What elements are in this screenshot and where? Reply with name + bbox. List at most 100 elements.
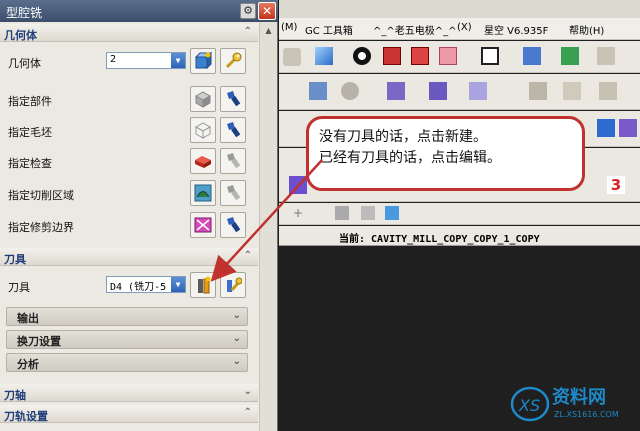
display-check-button[interactable] (220, 148, 246, 174)
path-icon[interactable] (429, 82, 447, 100)
cube-icon[interactable] (385, 206, 399, 220)
specify-trim-boundary-label: 指定修剪边界 (8, 221, 74, 234)
svg-text:XS: XS (518, 396, 540, 415)
tool-icon[interactable] (529, 82, 547, 100)
watermark-brand: 资料网 (552, 387, 606, 408)
collapse-icon[interactable]: ⌃ (244, 250, 252, 261)
list-icon[interactable] (289, 176, 307, 194)
specify-blank-label: 指定毛坯 (8, 126, 52, 139)
tool-icon[interactable] (283, 48, 301, 66)
view-icon[interactable] (523, 47, 541, 65)
section-tool[interactable]: 刀具 ⌃ (0, 248, 258, 266)
grid-icon[interactable] (361, 206, 375, 220)
display-cut-region-button[interactable] (220, 180, 246, 206)
new-geometry-button[interactable] (190, 48, 216, 74)
gear-icon[interactable] (341, 82, 359, 100)
part-cube-icon (194, 91, 212, 108)
section-geometry-title: 几何体 (4, 29, 37, 42)
dialog-scrollbar[interactable]: ▲ (259, 22, 277, 431)
expand-icon[interactable]: ⌄ (233, 310, 241, 321)
three-icon[interactable]: 3 (607, 176, 625, 194)
edit-tool-icon (227, 277, 242, 292)
flashlight-disabled-icon (227, 185, 241, 201)
menu-item[interactable]: 帮助(H) (569, 22, 604, 37)
sphere-icon[interactable] (353, 47, 371, 65)
toolbar-row-2 (279, 74, 640, 110)
chevron-down-icon[interactable]: ▼ (171, 277, 185, 292)
layer-icon[interactable] (561, 47, 579, 65)
subsection-analysis[interactable]: 分析 ⌄ (6, 353, 248, 372)
display-part-button[interactable] (220, 86, 246, 112)
section-geometry[interactable]: 几何体 ⌃ (0, 24, 258, 42)
menu-item[interactable]: GC 工具箱 (305, 22, 353, 37)
nx-main-window: (M) GC 工具箱 ^_^老五电极^_^ (X) 星空 V6.935F 帮助(… (279, 0, 640, 431)
new-tool-button[interactable] (190, 272, 216, 298)
new-tool-icon (198, 276, 211, 294)
red-cube-icon[interactable] (383, 47, 401, 65)
red-cube-icon[interactable] (411, 47, 429, 65)
select-blank-button[interactable] (190, 117, 216, 143)
blank-wireframe-icon (194, 122, 212, 139)
select-part-button[interactable] (190, 86, 216, 112)
select-cut-region-button[interactable] (190, 180, 216, 206)
flashlight-icon (227, 122, 241, 138)
menu-bar: (M) GC 工具箱 ^_^老五电极^_^ (X) 星空 V6.935F 帮助(… (279, 18, 640, 40)
tool-icon[interactable] (597, 47, 615, 65)
select-check-button[interactable] (190, 148, 216, 174)
toolbar-row-5: + (279, 203, 640, 225)
tool-select-value: D4 (铣刀-5 (110, 282, 167, 293)
tool-select[interactable]: D4 (铣刀-5 ▼ (106, 276, 186, 293)
status-bar: 当前: CAVITY_MILL_COPY_COPY_1_COPY (279, 226, 640, 246)
collapse-icon[interactable]: ⌃ (244, 26, 252, 37)
geometry-select[interactable]: 2 ▼ (106, 52, 186, 69)
toolbar-row-1 (279, 41, 640, 73)
geometry-select-value: 2 (110, 54, 117, 65)
scroll-up-icon[interactable]: ▲ (262, 26, 275, 38)
geometry-label: 几何体 (8, 57, 41, 70)
subsection-output[interactable]: 输出 ⌄ (6, 307, 248, 326)
flashlight-icon (227, 91, 241, 107)
edit-geometry-button[interactable] (220, 48, 246, 74)
chevron-down-icon[interactable]: ▼ (171, 53, 185, 68)
subsection-output-title: 输出 (17, 312, 39, 325)
path-icon[interactable] (469, 82, 487, 100)
box-icon[interactable] (439, 47, 457, 65)
watermark-logo-icon: XS (510, 386, 550, 422)
frame-icon[interactable] (481, 47, 499, 65)
face-icon[interactable] (335, 206, 349, 220)
collapse-icon[interactable]: ⌃ (244, 407, 252, 418)
subsection-tool-change-title: 换刀设置 (17, 335, 61, 348)
edit-tool-button[interactable] (220, 272, 246, 298)
tool-icon[interactable] (597, 119, 615, 137)
plus-icon[interactable]: + (293, 206, 307, 220)
section-path-settings[interactable]: 刀轨设置 ⌃ (0, 405, 258, 423)
specify-part-label: 指定部件 (8, 95, 52, 108)
wrench-icon (225, 52, 242, 69)
subsection-analysis-title: 分析 (17, 358, 39, 371)
expand-icon[interactable]: ⌄ (233, 333, 241, 344)
section-path-settings-title: 刀轨设置 (4, 410, 48, 423)
display-trim-boundary-button[interactable] (220, 212, 246, 238)
expand-icon[interactable]: ⌄ (233, 356, 241, 367)
expand-icon[interactable]: ⌄ (244, 386, 252, 397)
tool-icon[interactable] (563, 82, 581, 100)
gear-icon[interactable]: ⚙ (240, 3, 256, 19)
menu-item[interactable]: (M) (281, 22, 297, 33)
chart-icon[interactable] (309, 82, 327, 100)
callout-line-2: 已经有刀具的话，点击编辑。 (319, 150, 501, 166)
section-tool-axis[interactable]: 刀轴 ⌄ (0, 384, 258, 402)
tool-label: 刀具 (8, 281, 30, 294)
pencil-icon[interactable] (619, 119, 637, 137)
tool-icon[interactable] (599, 82, 617, 100)
menu-item[interactable]: (X) (457, 22, 472, 33)
select-trim-boundary-button[interactable] (190, 212, 216, 238)
display-blank-button[interactable] (220, 117, 246, 143)
menu-item[interactable]: ^_^老五电极^_^ (373, 22, 457, 37)
cube-icon[interactable] (315, 47, 333, 65)
section-tool-axis-title: 刀轴 (4, 389, 26, 402)
subsection-tool-change[interactable]: 换刀设置 ⌄ (6, 330, 248, 349)
path-icon[interactable] (387, 82, 405, 100)
close-button[interactable]: ✕ (258, 2, 276, 20)
watermark: XS 资料网 ZL.XS1616.COM (508, 380, 638, 428)
menu-item[interactable]: 星空 V6.935F (484, 22, 548, 37)
